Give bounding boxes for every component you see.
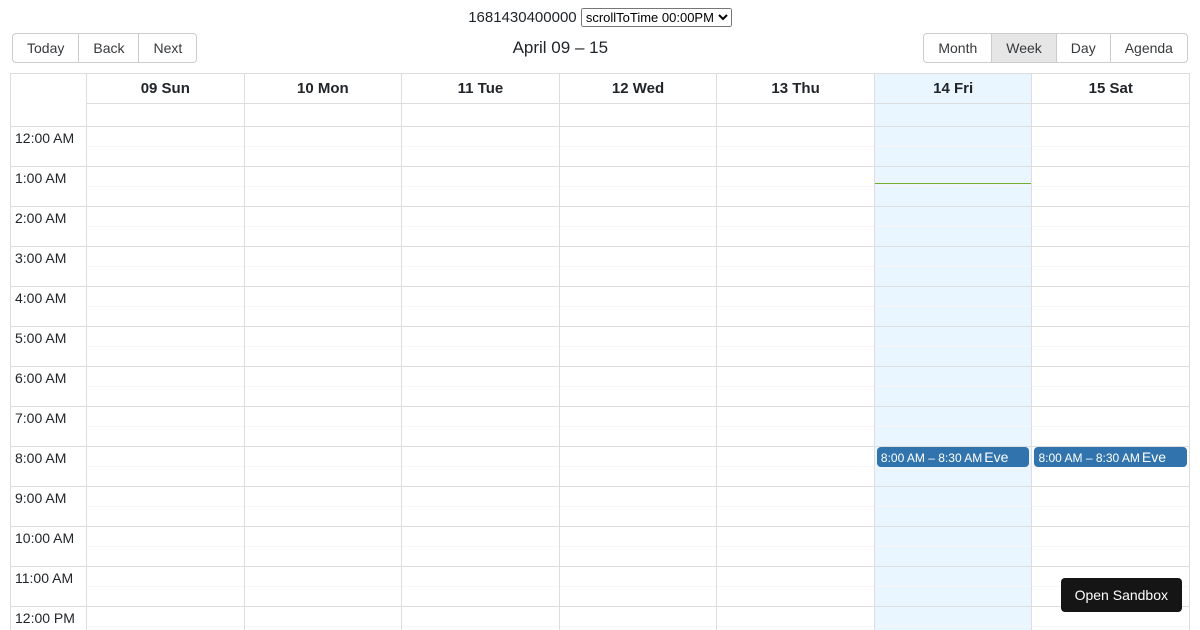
event-time: 8:00 AM – 8:30 AM — [1038, 451, 1139, 465]
time-slot-label: 8:00 AM — [11, 447, 86, 487]
all-day-cell[interactable] — [402, 104, 559, 126]
all-day-cell[interactable] — [717, 104, 874, 126]
all-day-cell[interactable] — [87, 104, 244, 126]
day-column[interactable]: 8:00 AM – 8:30 AMEve — [1032, 127, 1189, 630]
gutter-header — [11, 74, 87, 126]
event-title: Eve — [1142, 449, 1166, 465]
time-slot-label: 11:00 AM — [11, 567, 86, 607]
view-month-button[interactable]: Month — [923, 33, 992, 63]
day-column[interactable] — [245, 127, 403, 630]
time-slot-label: 10:00 AM — [11, 527, 86, 567]
calendar-event[interactable]: 8:00 AM – 8:30 AMEve — [877, 447, 1030, 467]
time-slot-label: 9:00 AM — [11, 487, 86, 527]
calendar-header-row: 09 Sun10 Mon11 Tue12 Wed13 Thu14 Fri15 S… — [11, 74, 1189, 127]
day-header[interactable]: 12 Wed — [560, 74, 718, 126]
time-gutter: 12:00 AM1:00 AM2:00 AM3:00 AM4:00 AM5:00… — [11, 127, 87, 630]
event-time: 8:00 AM – 8:30 AM — [881, 451, 982, 465]
calendar-toolbar: Today Back Next April 09 – 15 Month Week… — [0, 27, 1200, 73]
view-week-button[interactable]: Week — [992, 33, 1057, 63]
day-column[interactable]: 8:00 AM – 8:30 AMEve — [875, 127, 1033, 630]
day-header-label: 12 Wed — [560, 74, 717, 104]
current-time-indicator — [875, 183, 1032, 184]
day-column[interactable] — [402, 127, 560, 630]
calendar-grid: 09 Sun10 Mon11 Tue12 Wed13 Thu14 Fri15 S… — [10, 73, 1190, 630]
next-button[interactable]: Next — [139, 33, 197, 63]
all-day-cell[interactable] — [875, 104, 1032, 126]
today-button[interactable]: Today — [12, 33, 79, 63]
view-agenda-button[interactable]: Agenda — [1111, 33, 1188, 63]
day-header[interactable]: 11 Tue — [402, 74, 560, 126]
view-button-group: Month Week Day Agenda — [923, 33, 1188, 63]
day-header-label: 10 Mon — [245, 74, 402, 104]
time-slot-label: 1:00 AM — [11, 167, 86, 207]
day-header[interactable]: 14 Fri — [875, 74, 1033, 126]
day-header[interactable]: 10 Mon — [245, 74, 403, 126]
day-header-label: 14 Fri — [875, 74, 1032, 104]
time-slot-label: 12:00 AM — [11, 127, 86, 167]
time-slot-label: 3:00 AM — [11, 247, 86, 287]
day-header-label: 09 Sun — [87, 74, 244, 104]
day-header-label: 11 Tue — [402, 74, 559, 104]
nav-button-group: Today Back Next — [12, 33, 197, 63]
day-header-label: 15 Sat — [1032, 74, 1189, 104]
day-column[interactable] — [560, 127, 718, 630]
date-range-title: April 09 – 15 — [513, 38, 608, 58]
time-slot-label: 6:00 AM — [11, 367, 86, 407]
day-header-label: 13 Thu — [717, 74, 874, 104]
day-column[interactable] — [717, 127, 875, 630]
back-button[interactable]: Back — [79, 33, 139, 63]
time-slot-label: 5:00 AM — [11, 327, 86, 367]
day-header[interactable]: 15 Sat — [1032, 74, 1189, 126]
time-slot-label: 2:00 AM — [11, 207, 86, 247]
open-sandbox-button[interactable]: Open Sandbox — [1061, 578, 1182, 612]
all-day-cell[interactable] — [1032, 104, 1189, 126]
all-day-cell[interactable] — [245, 104, 402, 126]
time-slot-label: 12:00 PM — [11, 607, 86, 630]
calendar-event[interactable]: 8:00 AM – 8:30 AMEve — [1034, 447, 1187, 467]
time-slot-label: 4:00 AM — [11, 287, 86, 327]
timestamp-text: 1681430400000 — [468, 9, 576, 26]
day-column[interactable] — [87, 127, 245, 630]
view-day-button[interactable]: Day — [1057, 33, 1111, 63]
day-header[interactable]: 13 Thu — [717, 74, 875, 126]
scroll-to-time-select[interactable]: scrollToTime 00:00PM — [581, 8, 732, 27]
event-title: Eve — [984, 449, 1008, 465]
time-slot-label: 7:00 AM — [11, 407, 86, 447]
all-day-cell[interactable] — [560, 104, 717, 126]
calendar-body: 12:00 AM1:00 AM2:00 AM3:00 AM4:00 AM5:00… — [11, 127, 1189, 630]
day-header[interactable]: 09 Sun — [87, 74, 245, 126]
